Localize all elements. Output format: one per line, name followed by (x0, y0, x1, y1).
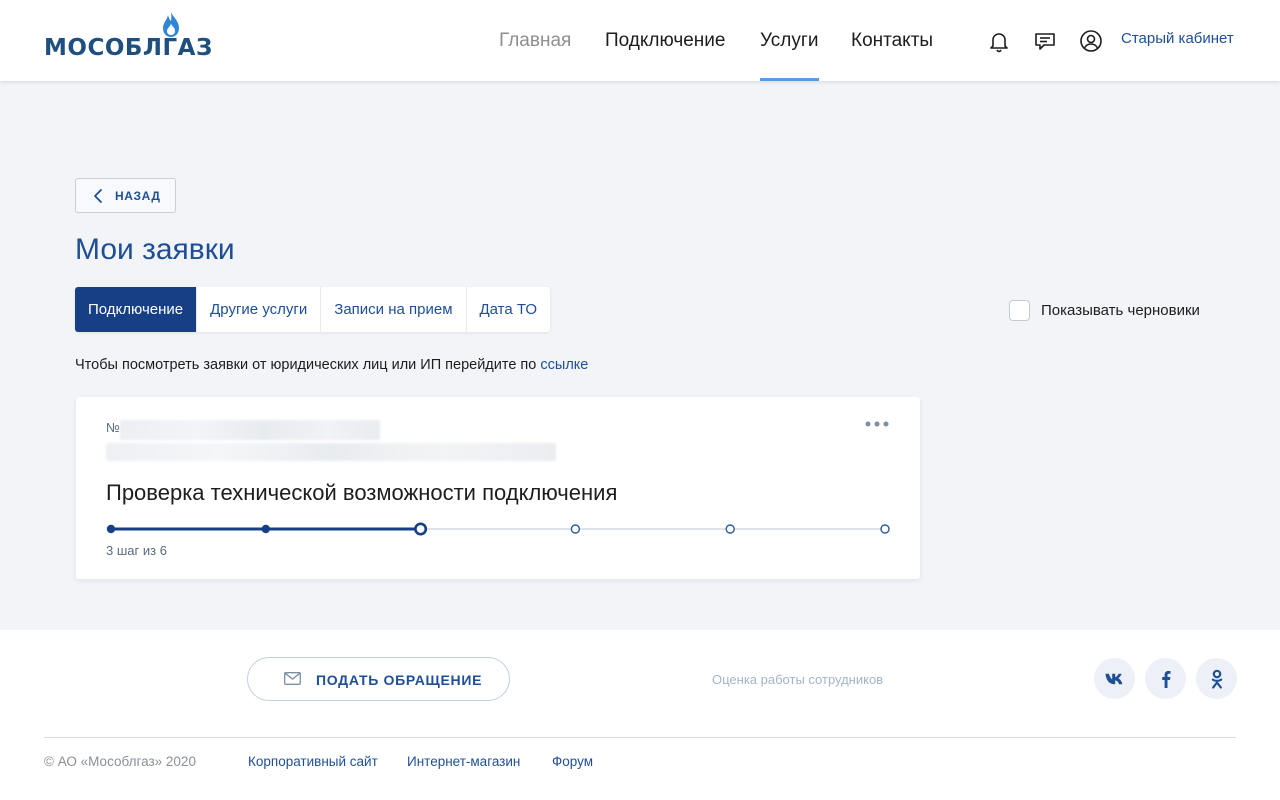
staff-rating-link[interactable]: Оценка работы сотрудников (712, 672, 883, 687)
show-drafts-label: Показывать черновики (1041, 301, 1200, 319)
vk-button[interactable] (1094, 658, 1135, 699)
request-number-prefix: № (106, 420, 120, 435)
request-title: Проверка технической возможности подключ… (106, 480, 618, 505)
user-icon[interactable] (1079, 29, 1103, 53)
footer-link-corporate[interactable]: Корпоративный сайт (248, 754, 378, 769)
vk-icon (1105, 673, 1122, 684)
mosoblgaz-logo[interactable]: МОСОБЛГАЗ (44, 12, 212, 66)
submit-appeal-label: ПОДАТЬ ОБРАЩЕНИЕ (316, 672, 483, 688)
odnoklassniki-icon (1211, 669, 1222, 689)
show-drafts-checkbox[interactable] (1009, 299, 1030, 321)
show-drafts-toggle[interactable]: Показывать черновики (1009, 299, 1200, 321)
progress-step-pending (880, 524, 890, 534)
old-cabinet-link[interactable]: Старый кабинет (1121, 30, 1234, 47)
footer-link-forum[interactable]: Форум (552, 754, 593, 769)
progress-step-done (106, 524, 116, 534)
submit-appeal-button[interactable]: ПОДАТЬ ОБРАЩЕНИЕ (247, 657, 510, 701)
back-button[interactable]: НАЗАД (75, 178, 176, 213)
step-counter: 3 шаг из 6 (106, 543, 167, 558)
copyright: © АО «Мособлгаз» 2020 (44, 754, 196, 769)
logo-text: МОСОБЛГАЗ (44, 35, 213, 61)
request-card[interactable]: № Проверка технической возможности подкл… (76, 397, 920, 579)
request-progress (106, 522, 890, 536)
footer-link-shop[interactable]: Интернет-магазин (407, 754, 520, 769)
requests-tabs: Подключение Другие услуги Записи на прие… (75, 287, 551, 332)
nav-services[interactable]: Услуги (760, 30, 818, 52)
odnoklassniki-button[interactable] (1196, 658, 1237, 699)
nav-home[interactable]: Главная (499, 30, 571, 52)
progress-step-pending (725, 524, 735, 534)
chat-icon[interactable] (1033, 29, 1057, 53)
redacted-request-address (106, 443, 556, 461)
tab-appointments[interactable]: Записи на прием (321, 287, 467, 332)
site-footer: ПОДАТЬ ОБРАЩЕНИЕ Оценка работы сотрудник… (0, 630, 1280, 800)
back-button-label: НАЗАД (115, 189, 161, 203)
progress-step-done (261, 524, 270, 534)
nav-contacts[interactable]: Контакты (851, 30, 933, 52)
more-options-icon[interactable] (864, 417, 890, 431)
tab-maintenance-date[interactable]: Дата ТО (467, 287, 551, 332)
envelope-icon (284, 672, 301, 685)
nav-connection[interactable]: Подключение (605, 30, 725, 52)
progress-step-pending (570, 524, 581, 534)
nav-active-indicator (760, 78, 819, 81)
progress-step-current (414, 522, 428, 536)
tab-other-services[interactable]: Другие услуги (197, 287, 322, 332)
bell-icon[interactable] (987, 29, 1011, 53)
tab-connection[interactable]: Подключение (75, 287, 198, 332)
chevron-left-icon (94, 189, 102, 203)
legal-entities-link[interactable]: ссылке (540, 357, 588, 373)
legal-entities-info: Чтобы посмотреть заявки от юридических л… (75, 357, 588, 373)
redacted-request-number (120, 420, 380, 440)
footer-divider (44, 737, 1236, 738)
site-header: МОСОБЛГАЗ Главная Подключение Услуги Кон… (0, 0, 1280, 81)
facebook-button[interactable] (1145, 658, 1186, 699)
info-text: Чтобы посмотреть заявки от юридических л… (75, 357, 537, 373)
facebook-icon (1161, 670, 1170, 688)
page-title: Мои заявки (75, 233, 235, 266)
